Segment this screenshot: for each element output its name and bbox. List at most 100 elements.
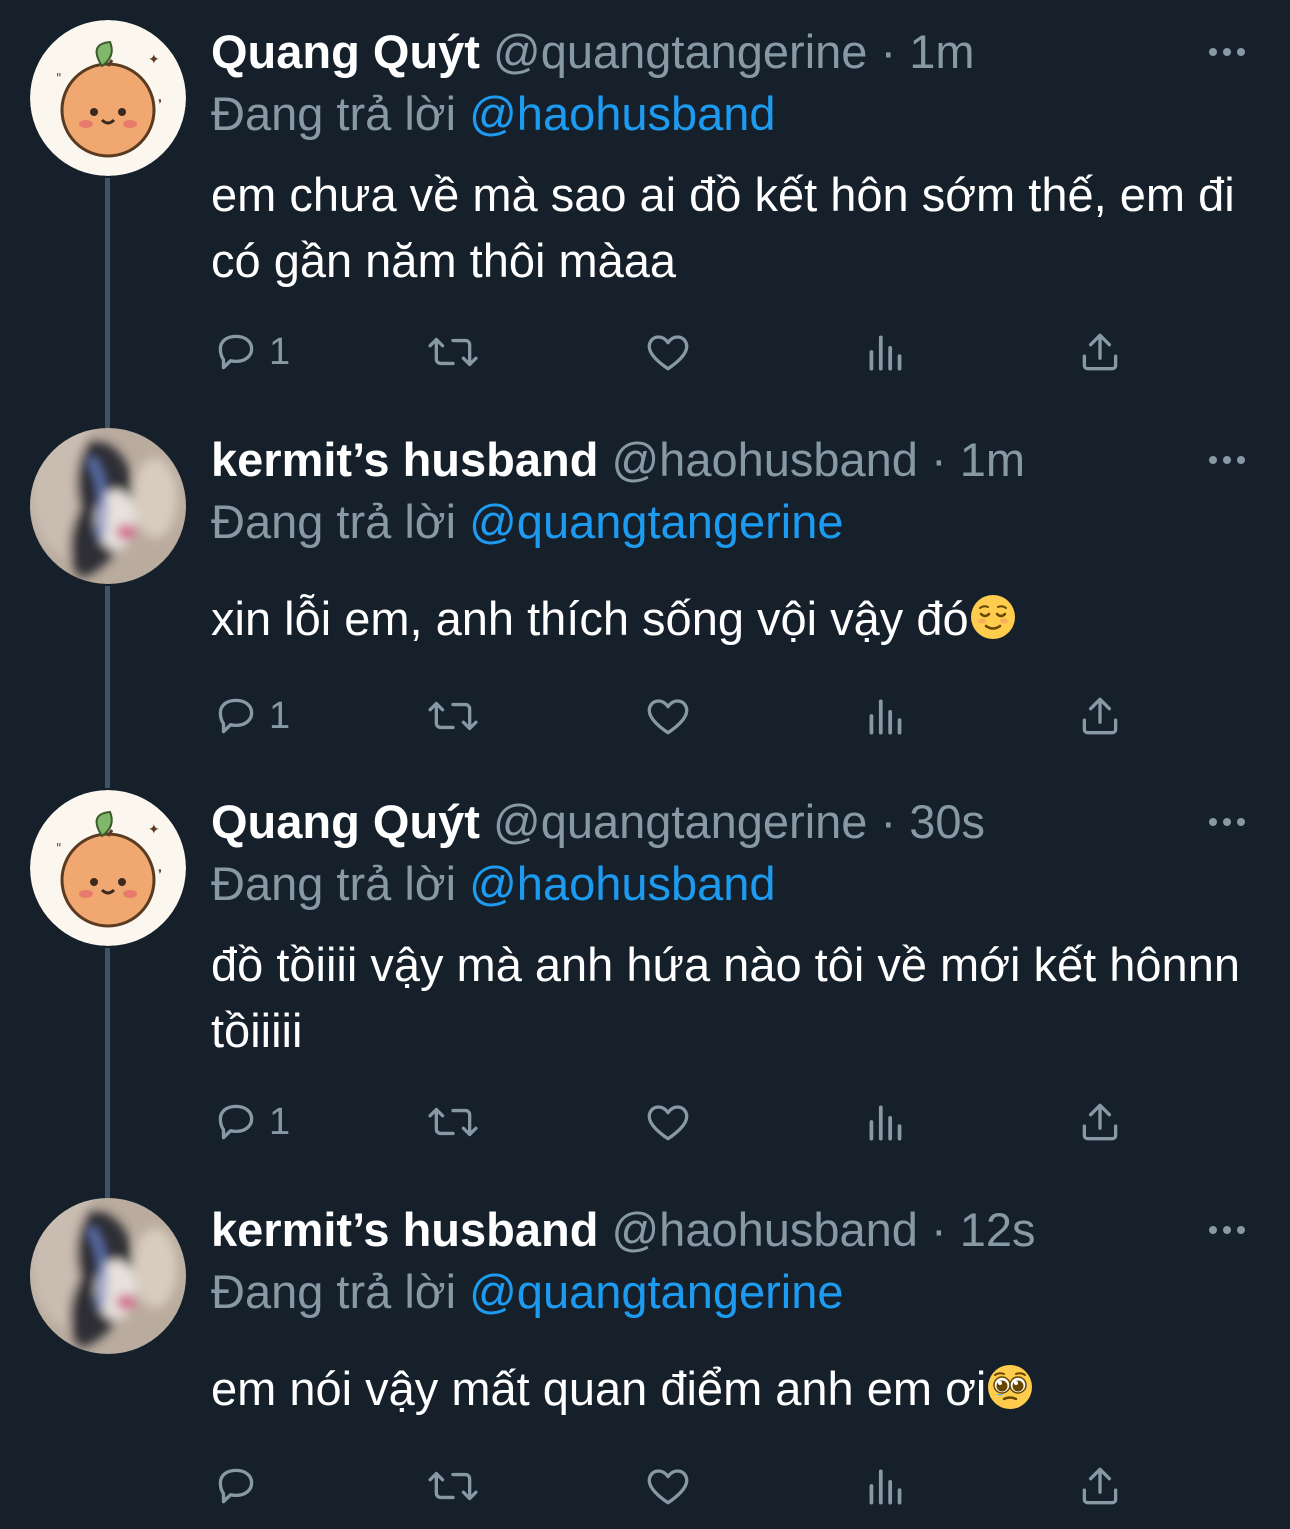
user-handle[interactable]: @quangtangerine — [493, 25, 867, 78]
views-icon — [869, 1105, 902, 1141]
replying-prefix: Đang trả lời — [211, 857, 457, 910]
tweet-actions: 1 — [211, 686, 1131, 746]
avatar[interactable]: ✦ " ❜ — [30, 790, 186, 946]
views-icon — [869, 1469, 902, 1505]
separator-dot: · — [931, 433, 947, 486]
svg-text:✦: ✦ — [148, 52, 160, 68]
retweet-icon — [428, 337, 478, 367]
views-button[interactable] — [861, 322, 911, 382]
replying-prefix: Đang trả lời — [211, 87, 457, 140]
svg-text:❜: ❜ — [158, 867, 162, 881]
display-name[interactable]: Quang Quýt — [211, 795, 480, 848]
like-icon — [647, 335, 689, 371]
share-button[interactable] — [1075, 1456, 1125, 1516]
like-button[interactable] — [643, 322, 693, 382]
tweet-text: em nói vậy mất quan điểm anh em ơi — [211, 1356, 1251, 1422]
tweet-header: kermit’s husband @haohusband · 12s — [211, 1202, 1036, 1258]
like-icon — [647, 699, 689, 735]
tweet-text: đồ tồiiii vậy mà anh hứa nào tôi về mới … — [211, 938, 1240, 1057]
like-button[interactable] — [643, 1092, 693, 1152]
separator-dot: · — [880, 25, 897, 78]
like-icon — [647, 1469, 689, 1505]
retweet-button[interactable] — [425, 686, 481, 746]
mention-link[interactable]: @haohusband — [469, 87, 775, 140]
replying-to: Đang trả lời @quangtangerine — [211, 494, 844, 550]
more-icon[interactable] — [1205, 810, 1249, 834]
share-icon — [1082, 1467, 1118, 1505]
tweet-header: Quang Quýt @quangtangerine · 30s — [211, 794, 985, 850]
tweet-header: kermit’s husband @haohusband · 1m — [211, 432, 1025, 488]
retweet-button[interactable] — [425, 1456, 481, 1516]
retweet-button[interactable] — [425, 1092, 481, 1152]
reply-button[interactable] — [211, 1456, 269, 1516]
mention-link[interactable]: @haohusband — [469, 857, 775, 910]
reply-icon — [218, 1104, 254, 1140]
timestamp[interactable]: 30s — [909, 795, 985, 848]
avatar[interactable]: ✦ " ❜ — [30, 20, 186, 176]
replying-prefix: Đang trả lời — [211, 1265, 457, 1318]
views-button[interactable] — [861, 1092, 911, 1152]
svg-text:❜: ❜ — [158, 97, 162, 111]
display-name[interactable]: Quang Quýt — [211, 25, 480, 78]
svg-text:✦: ✦ — [148, 822, 160, 838]
share-button[interactable] — [1075, 686, 1125, 746]
avatar[interactable] — [30, 1198, 186, 1354]
thread-connector — [105, 178, 110, 430]
reply-icon — [218, 698, 254, 734]
thread-connector — [105, 948, 110, 1200]
retweet-button[interactable] — [425, 322, 481, 382]
share-button[interactable] — [1075, 322, 1125, 382]
replying-to: Đang trả lời @haohusband — [211, 856, 776, 912]
tweet-actions: 1 — [211, 1092, 1131, 1152]
relieved-face-emoji — [970, 595, 1015, 639]
tweet-text: em chưa về mà sao ai đồ kết hôn sớm thế,… — [211, 168, 1235, 287]
views-button[interactable] — [861, 686, 911, 746]
user-handle[interactable]: @haohusband — [611, 433, 917, 486]
thread-connector — [105, 586, 110, 788]
replying-prefix: Đang trả lời — [211, 495, 457, 548]
tweet-text-content: xin lỗi em, anh thích sống vội vậy đó — [211, 592, 969, 645]
replying-to: Đang trả lời @haohusband — [211, 86, 776, 142]
separator-dot: · — [880, 795, 897, 848]
reply-icon — [218, 1468, 254, 1504]
share-icon — [1082, 697, 1118, 735]
separator-dot: · — [931, 1203, 947, 1256]
reply-button[interactable]: 1 — [211, 1092, 290, 1152]
like-button[interactable] — [643, 686, 693, 746]
more-icon[interactable] — [1205, 448, 1249, 472]
mention-link[interactable]: @quangtangerine — [469, 1265, 843, 1318]
like-icon — [647, 1105, 689, 1141]
timestamp[interactable]: 1m — [960, 433, 1025, 486]
more-icon[interactable] — [1205, 40, 1249, 64]
retweet-icon — [428, 1107, 478, 1137]
display-name[interactable]: kermit’s husband — [211, 433, 598, 486]
views-button[interactable] — [861, 1456, 911, 1516]
views-icon — [869, 335, 902, 371]
reply-icon — [218, 334, 254, 370]
svg-text:": " — [56, 841, 62, 855]
tweet-text-content: em nói vậy mất quan điểm anh em ơi — [211, 1362, 987, 1415]
mention-link[interactable]: @quangtangerine — [469, 495, 843, 548]
retweet-icon — [428, 701, 478, 731]
tweet-actions — [211, 1456, 1131, 1516]
replying-to: Đang trả lời @quangtangerine — [211, 1264, 844, 1320]
timestamp[interactable]: 12s — [960, 1203, 1036, 1256]
avatar[interactable] — [30, 428, 186, 584]
like-button[interactable] — [643, 1456, 693, 1516]
reply-button[interactable]: 1 — [211, 686, 290, 746]
reply-count: 1 — [269, 694, 291, 737]
user-handle[interactable]: @quangtangerine — [493, 795, 867, 848]
share-icon — [1082, 333, 1118, 371]
user-handle[interactable]: @haohusband — [611, 1203, 917, 1256]
pleading-face-emoji — [988, 1365, 1033, 1409]
display-name[interactable]: kermit’s husband — [211, 1203, 598, 1256]
reply-button[interactable]: 1 — [211, 322, 290, 382]
tweet-actions: 1 — [211, 322, 1131, 382]
share-button[interactable] — [1075, 1092, 1125, 1152]
reply-count: 1 — [269, 330, 291, 373]
more-icon[interactable] — [1205, 1218, 1249, 1242]
share-icon — [1082, 1103, 1118, 1141]
timestamp[interactable]: 1m — [909, 25, 974, 78]
reply-count: 1 — [269, 1100, 291, 1143]
tweet-text: xin lỗi em, anh thích sống vội vậy đó — [211, 586, 1251, 652]
